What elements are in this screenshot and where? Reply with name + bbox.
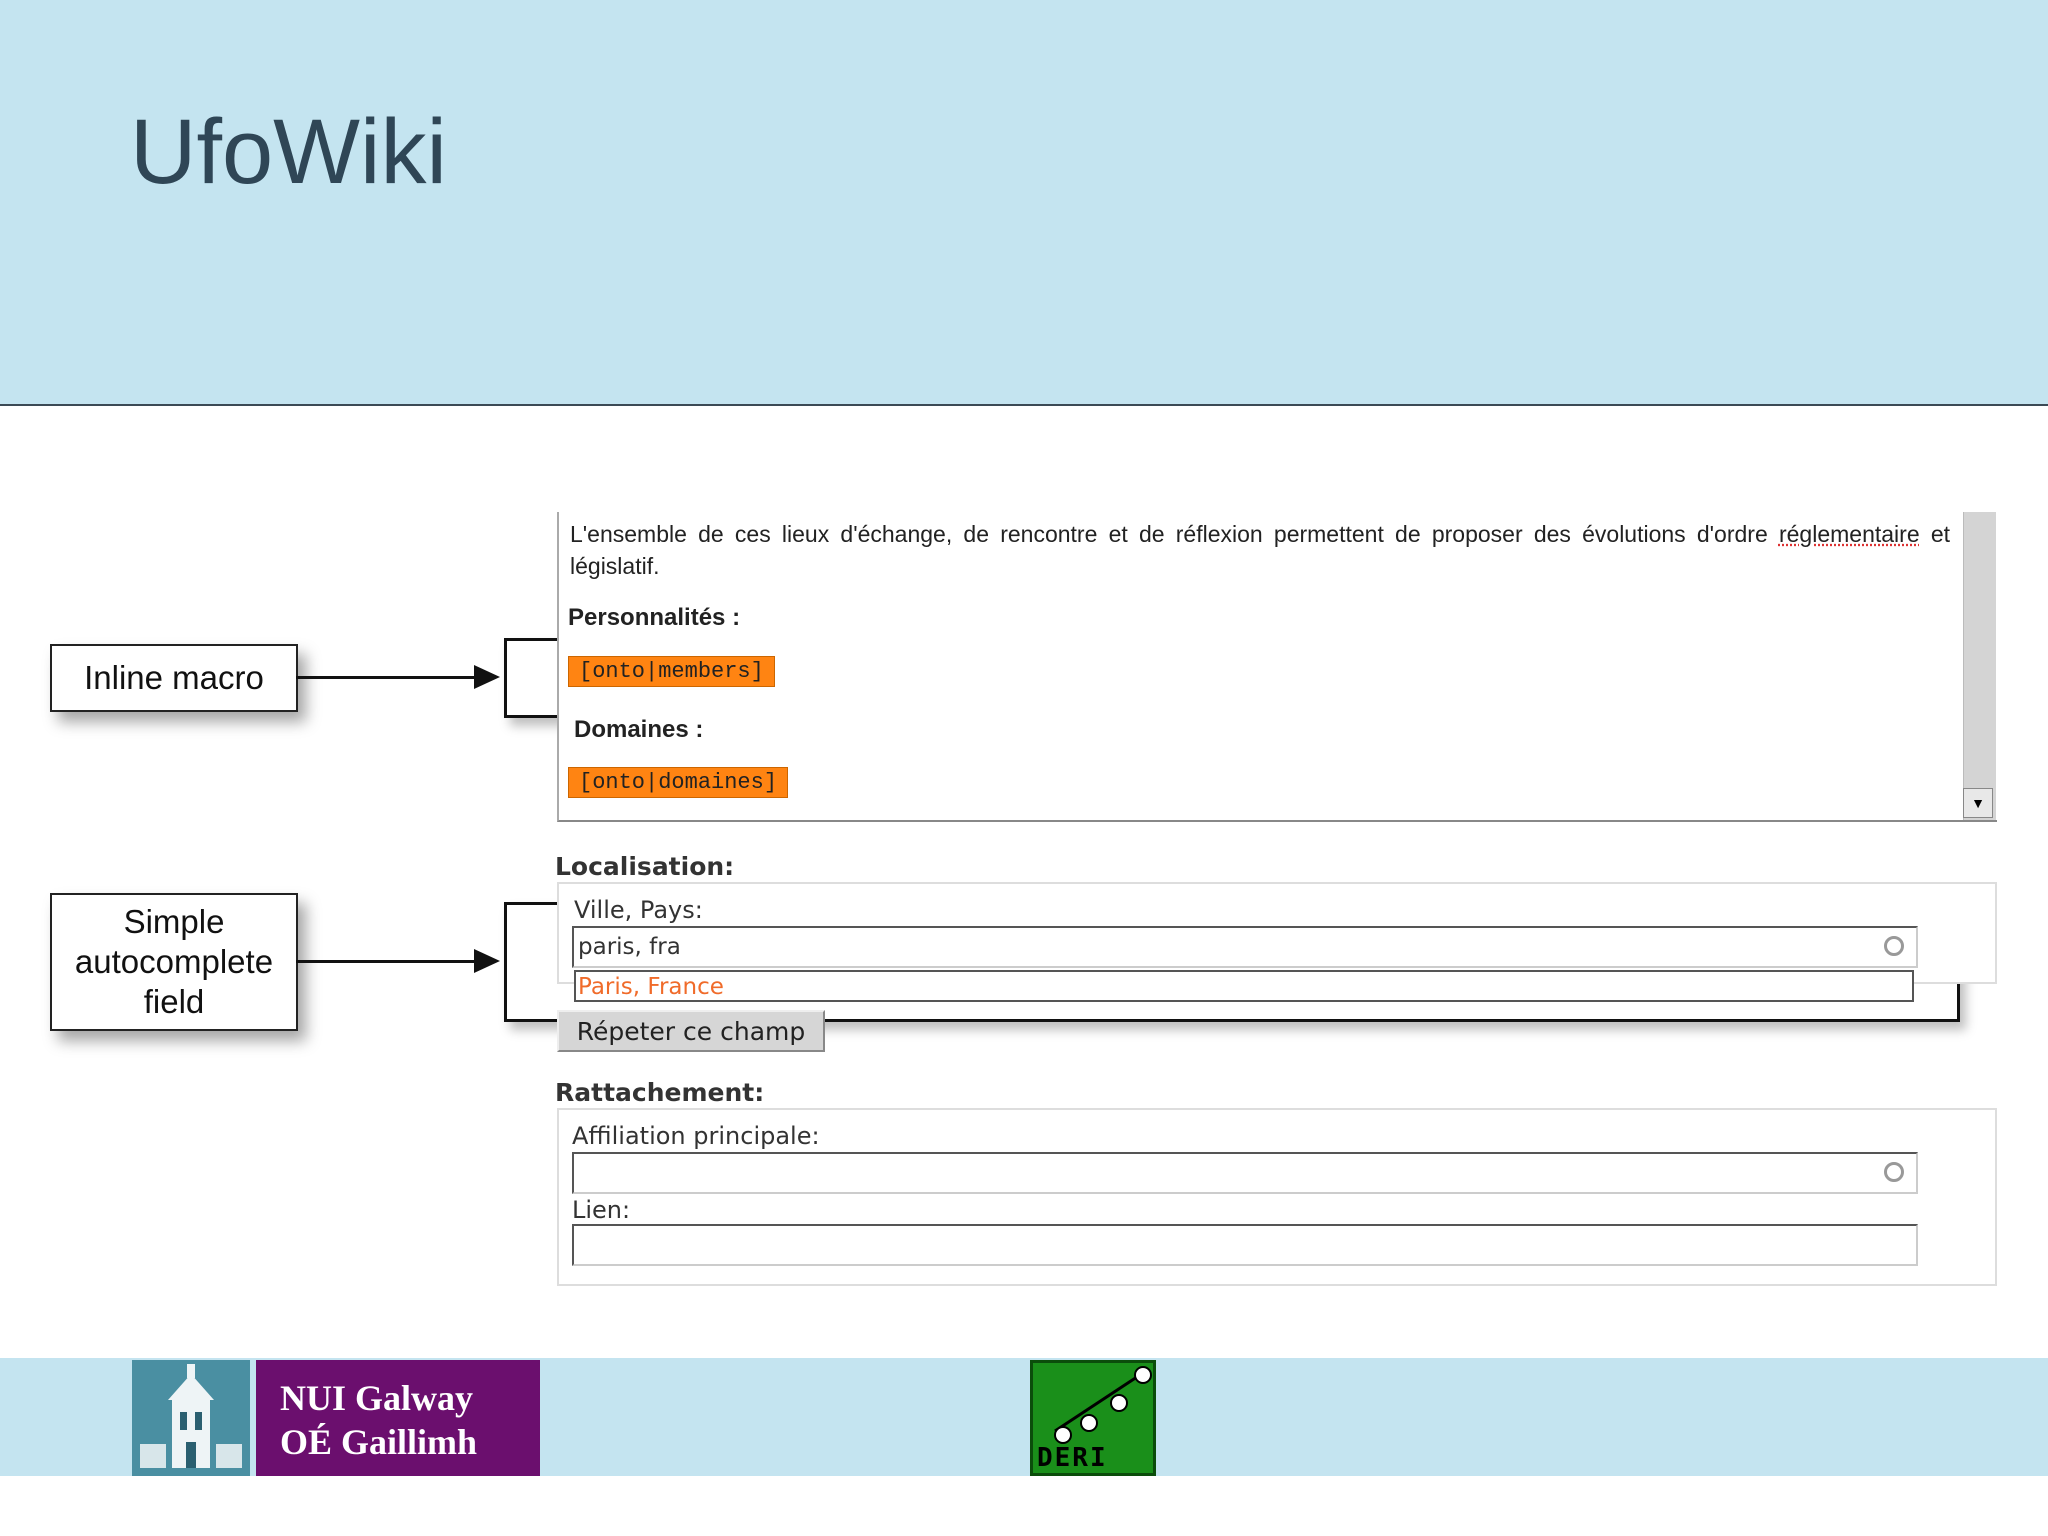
nui-galway-wordmark: NUI Galway OÉ Gaillimh [256,1360,540,1476]
macro-members[interactable]: [onto|members] [568,656,775,687]
arrow-autocomplete-line [296,960,476,963]
slide-title: UfoWiki [130,101,447,203]
nui-line2: OÉ Gaillimh [280,1422,478,1462]
lien-label: Lien: [572,1196,631,1224]
arrow-inline-macro-head [474,665,500,689]
arrow-autocomplete-head [474,949,500,973]
callout-autocomplete: Simple autocomplete field [50,893,298,1031]
arrow-inline-macro-line [296,676,476,679]
ville-pays-label: Ville, Pays: [574,896,703,924]
affiliation-input[interactable] [572,1152,1918,1194]
personnalites-label: Personnalités : [568,604,741,631]
editor-scrollbar[interactable] [1963,512,1996,820]
autocomplete-status-icon [1884,1162,1904,1182]
lien-input[interactable] [572,1224,1918,1266]
callout-inline-macro: Inline macro [50,644,298,712]
nui-galway-crest-logo [132,1360,250,1476]
repeat-field-button[interactable]: Répeter ce champ [557,1010,825,1052]
autocomplete-suggestion[interactable]: Paris, France [574,970,1914,1002]
localisation-title: Localisation: [555,852,735,881]
tower-icon [132,1360,250,1476]
ville-pays-input[interactable]: paris, fra [572,926,1918,968]
editor-paragraph: L'ensemble de ces lieux d'échange, de re… [570,518,1950,582]
callout-autocomplete-label: Simple autocomplete field [74,903,274,1020]
paragraph-misspelled-word: réglementaire [1778,521,1920,547]
deri-label: DERI [1037,1443,1108,1473]
domaines-label: Domaines : [574,716,704,743]
paragraph-text: L'ensemble de ces lieux d'échange, de re… [570,521,1768,547]
scroll-down-arrow-icon[interactable]: ▼ [1963,788,1993,818]
autocomplete-status-icon [1884,936,1904,956]
affiliation-label: Affiliation principale: [572,1122,820,1150]
deri-logo: DERI [1030,1360,1156,1476]
macro-domaines[interactable]: [onto|domaines] [568,767,789,798]
callout-inline-macro-label: Inline macro [84,659,264,696]
nui-line1: NUI Galway [280,1378,474,1418]
rattachement-title: Rattachement: [555,1078,765,1107]
